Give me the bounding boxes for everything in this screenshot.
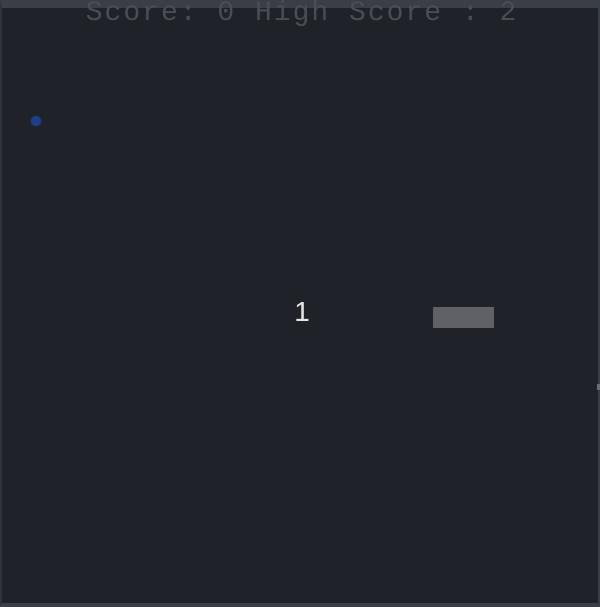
countdown-number: 1: [294, 296, 310, 327]
high-score-value: 2: [499, 0, 519, 29]
high-score-label: High Score :: [255, 0, 481, 29]
game-board[interactable]: Score: 0 High Score : 2 1: [0, 0, 600, 607]
score-label: Score:: [85, 0, 199, 29]
score-value: 0: [217, 0, 237, 29]
paddle[interactable]: [433, 307, 494, 328]
scoreboard: Score: 0 High Score : 2: [2, 0, 600, 32]
ball: [31, 116, 41, 126]
